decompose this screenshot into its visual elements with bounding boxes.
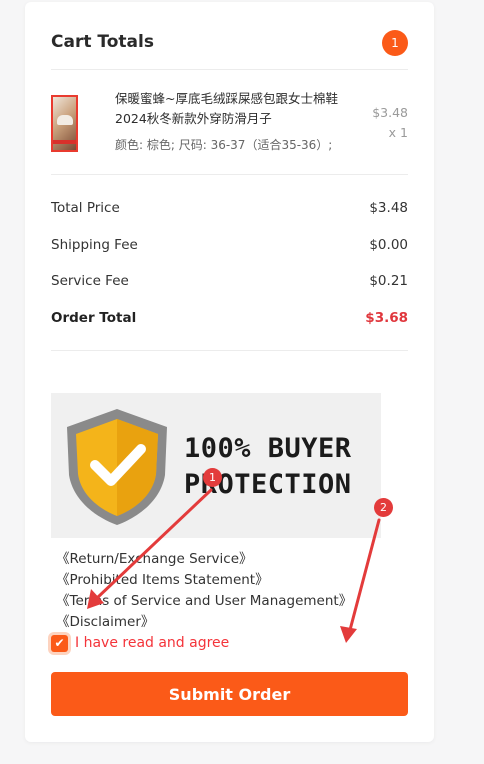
shipping-fee-row: Shipping Fee $0.00 — [51, 237, 408, 257]
cart-title: Cart Totals — [51, 32, 154, 52]
cart-header: Cart Totals 1 — [51, 30, 408, 56]
shipping-fee-label: Shipping Fee — [51, 237, 138, 253]
service-fee-label: Service Fee — [51, 273, 129, 289]
submit-order-button[interactable]: Submit Order — [51, 672, 408, 716]
link-disclaimer[interactable]: 《Disclaimer》 — [56, 612, 352, 633]
thumbnail-stripe — [53, 140, 76, 144]
cart-totals-card: Cart Totals 1 保暖蜜蜂~厚底毛绒踩屎感包跟女士棉鞋2024秋冬新款… — [25, 2, 434, 742]
cart-count-badge: 1 — [382, 30, 408, 56]
shield-check-icon — [67, 409, 167, 525]
annotation-marker-1: 1 — [203, 468, 222, 487]
total-price-label: Total Price — [51, 200, 120, 216]
order-total-label: Order Total — [51, 310, 137, 326]
divider — [51, 174, 408, 175]
service-fee-value: $0.21 — [369, 273, 408, 289]
order-total-value: $3.68 — [365, 310, 408, 326]
agree-checkbox[interactable]: ✔ — [51, 635, 68, 652]
policy-links: 《Return/Exchange Service》 《Prohibited It… — [56, 549, 352, 633]
product-quantity: x 1 — [388, 125, 408, 140]
agree-label[interactable]: I have read and agree — [75, 635, 229, 651]
divider — [51, 350, 408, 351]
shoe-image — [57, 115, 73, 125]
total-price-row: Total Price $3.48 — [51, 200, 408, 220]
shipping-fee-value: $0.00 — [369, 237, 408, 253]
agree-row[interactable]: ✔ I have read and agree — [51, 633, 301, 655]
link-terms-of-service[interactable]: 《Terms of Service and User Management》 — [56, 591, 352, 612]
service-fee-row: Service Fee $0.21 — [51, 273, 408, 293]
product-name[interactable]: 保暖蜜蜂~厚底毛绒踩屎感包跟女士棉鞋2024秋冬新款外穿防滑月子 — [115, 89, 367, 129]
product-price: $3.48 — [372, 105, 408, 120]
order-total-row: Order Total $3.68 — [51, 310, 408, 330]
divider — [51, 69, 408, 70]
product-price-qty: $3.48 x 1 — [372, 103, 408, 143]
banner-text-line1: 100% BUYER — [184, 433, 352, 464]
link-prohibited-items[interactable]: 《Prohibited Items Statement》 — [56, 570, 352, 591]
link-return-exchange[interactable]: 《Return/Exchange Service》 — [56, 549, 352, 570]
total-price-value: $3.48 — [369, 200, 408, 216]
buyer-protection-banner: 100% BUYER PROTECTION — [51, 393, 381, 538]
product-thumbnail[interactable] — [51, 95, 78, 152]
annotation-marker-2: 2 — [374, 498, 393, 517]
product-attributes: 颜色: 棕色; 尺码: 36-37（适合35-36）; — [115, 138, 333, 152]
